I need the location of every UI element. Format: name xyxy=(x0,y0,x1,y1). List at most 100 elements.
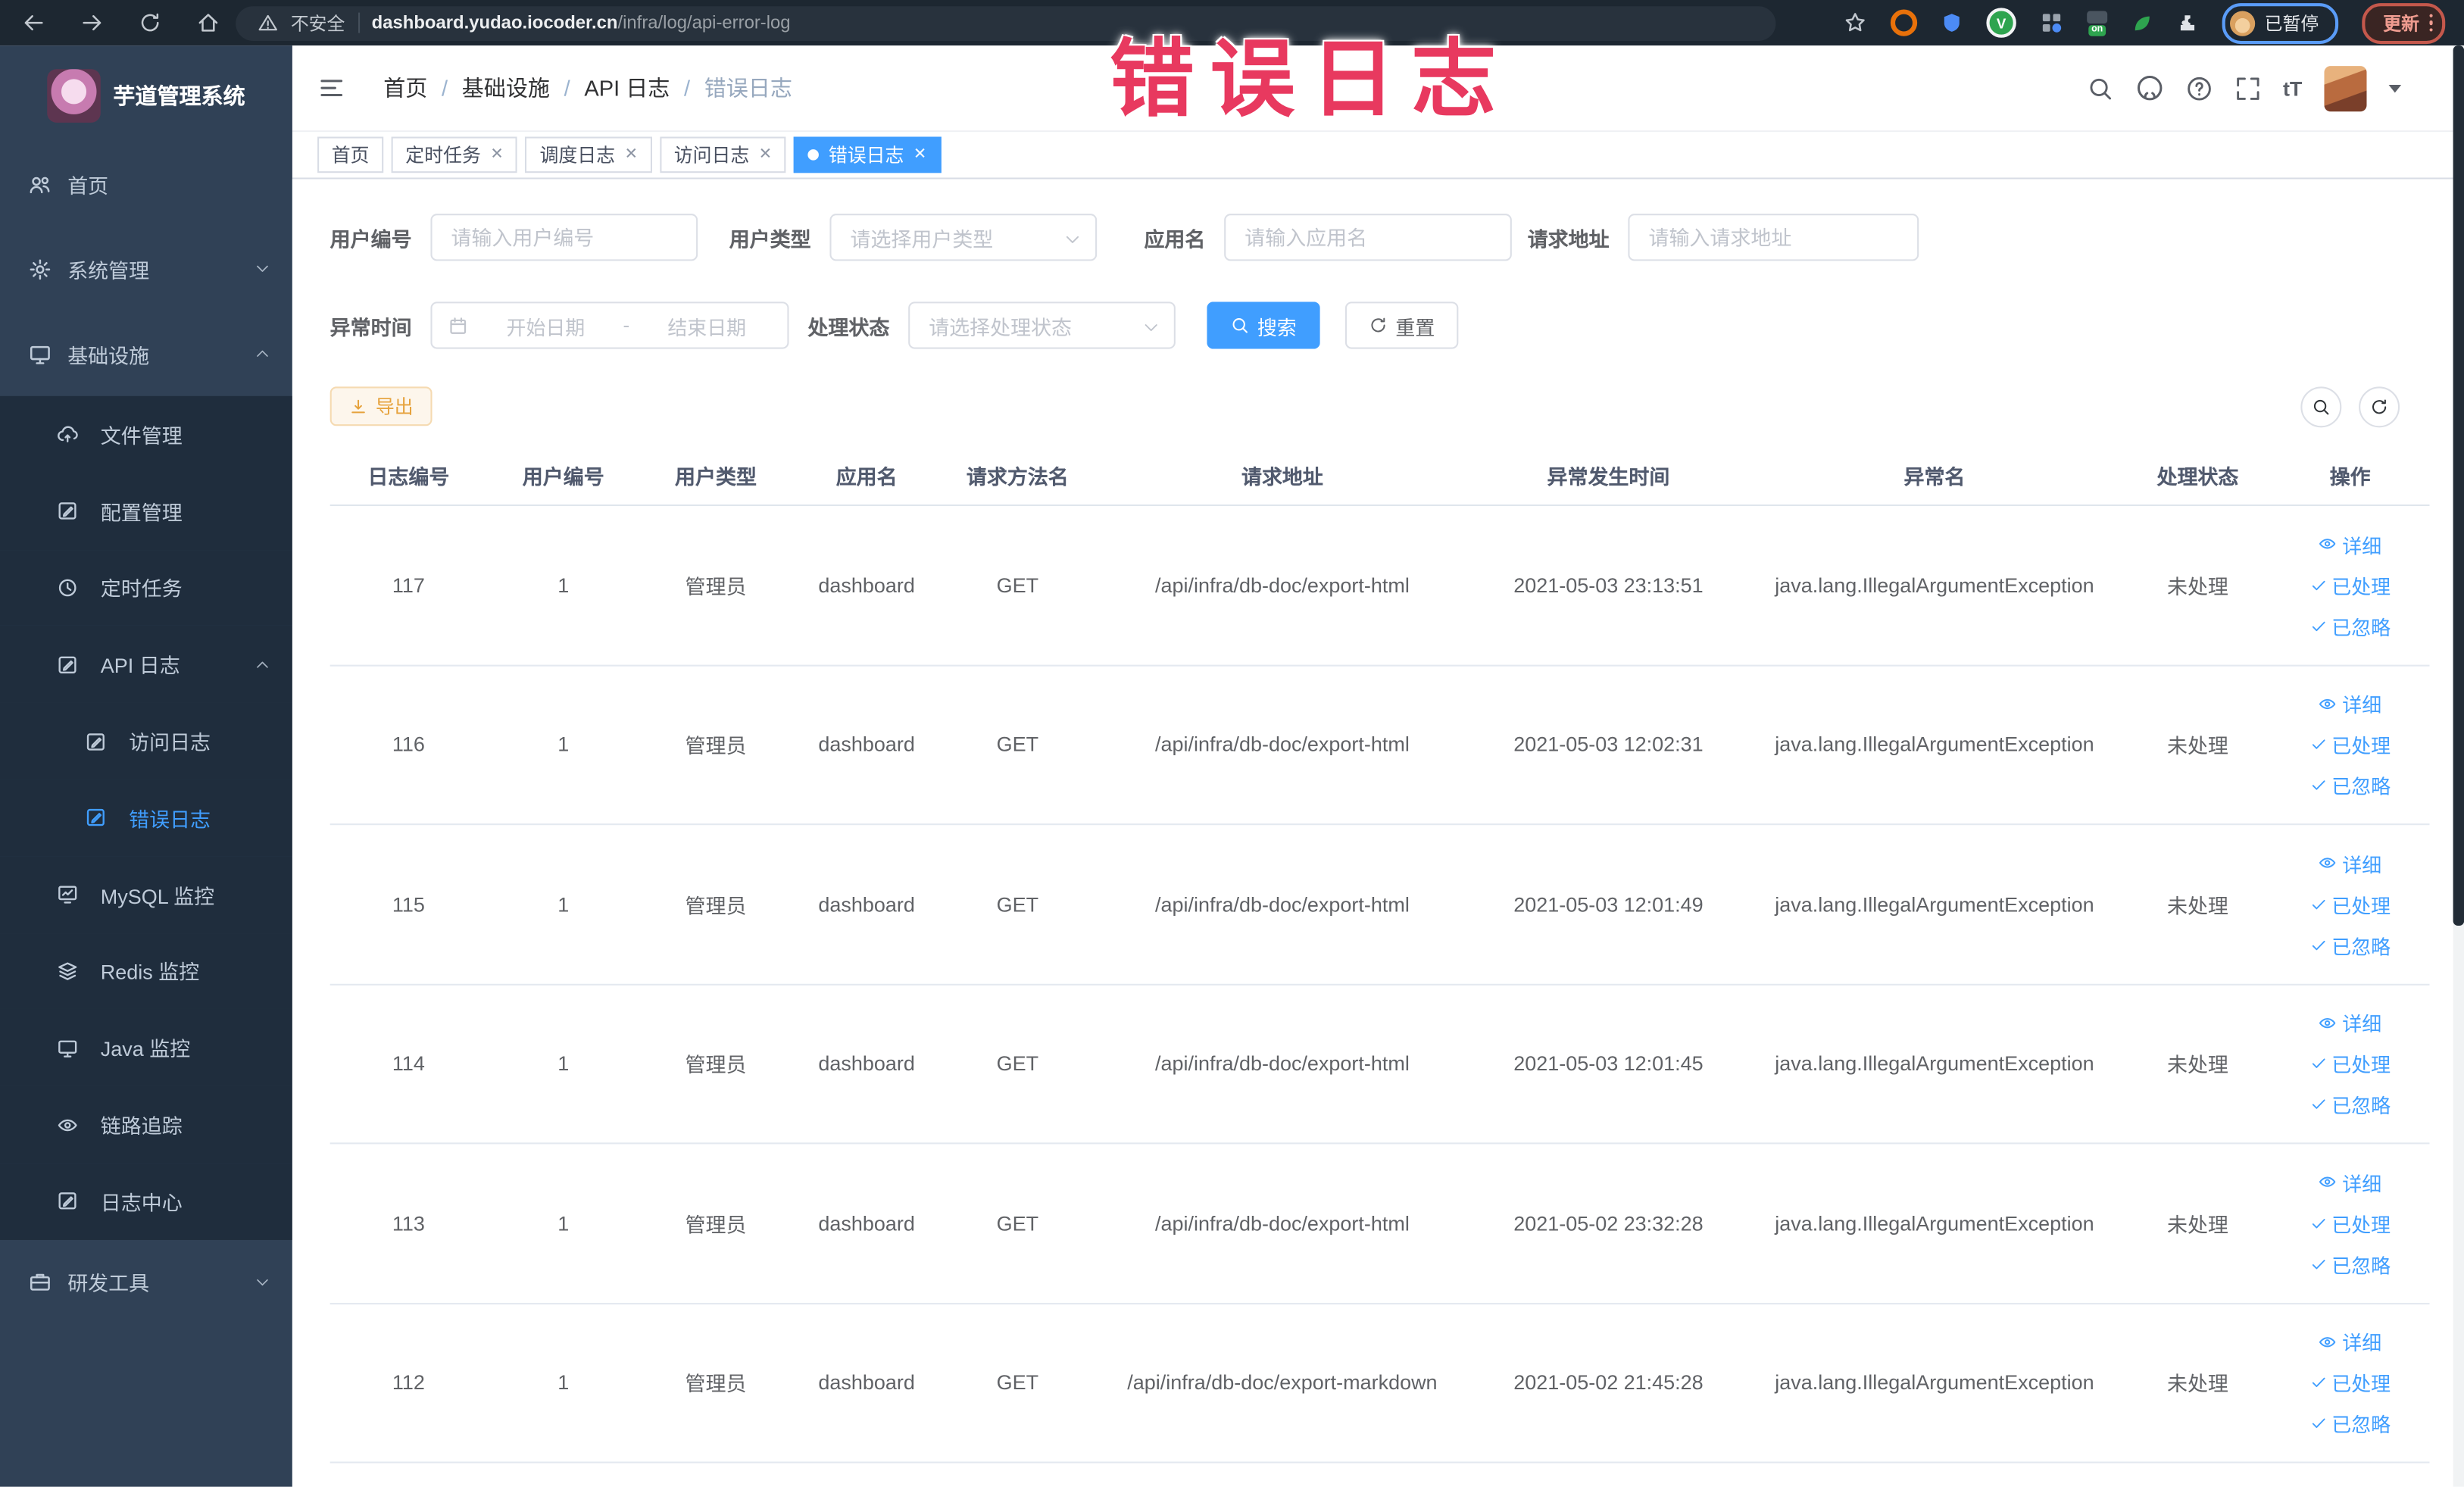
exception-time-range-picker[interactable]: 开始日期 - 结束日期 xyxy=(430,301,789,349)
sidebar-logo[interactable]: 芋道管理系统 xyxy=(0,45,292,132)
breadcrumb-api-log[interactable]: API 日志 xyxy=(584,72,670,103)
mark-processed-link[interactable]: 已处理 xyxy=(2309,1048,2391,1078)
app-name-input[interactable] xyxy=(1224,214,1512,261)
tab-home[interactable]: 首页 xyxy=(317,136,384,173)
mark-processed-link[interactable]: 已处理 xyxy=(2309,1368,2391,1398)
row-actions: 详细 已处理 已忽略 xyxy=(2278,689,2422,800)
detail-link[interactable]: 详细 xyxy=(2319,848,2381,878)
tab-access-log[interactable]: 访问日志 ✕ xyxy=(660,136,786,173)
process-status-select[interactable]: 请选择处理状态 xyxy=(908,301,1176,349)
help-icon[interactable] xyxy=(2185,75,2212,102)
column-header: 用户类型 xyxy=(675,465,757,489)
navbar-tools: tT xyxy=(2087,65,2402,111)
sidebar-item-label: 文件管理 xyxy=(100,423,183,448)
time-cell: 2021-05-03 23:13:51 xyxy=(1513,573,1704,597)
request-url-input[interactable] xyxy=(1628,214,1919,261)
forward-icon[interactable] xyxy=(80,11,104,35)
method-cell: GET xyxy=(996,733,1039,757)
column-header: 操作 xyxy=(2329,465,2371,489)
close-icon[interactable]: ✕ xyxy=(759,146,772,164)
eye-icon xyxy=(2319,1177,2337,1188)
address-bar[interactable]: 不安全 dashboard.yudao.iocoder.cn/infra/log… xyxy=(236,5,1776,40)
close-icon[interactable]: ✕ xyxy=(490,146,503,164)
detail-link[interactable]: 详细 xyxy=(2319,1327,2381,1357)
toggle-search-button[interactable] xyxy=(2300,386,2342,428)
scrollbar[interactable] xyxy=(2453,45,2464,1487)
sidebar-item-api-log[interactable]: API 日志 xyxy=(0,626,292,703)
breadcrumb-infrastructure[interactable]: 基础设施 xyxy=(462,72,550,103)
detail-link[interactable]: 详细 xyxy=(2319,530,2381,559)
extension-leaf-icon[interactable] xyxy=(2131,12,2153,34)
tab-schedule-log[interactable]: 调度日志 ✕ xyxy=(525,136,652,173)
extension-v-icon[interactable]: V xyxy=(1986,8,2016,38)
user-type-select[interactable]: 请选择用户类型 xyxy=(829,214,1098,261)
hamburger-icon[interactable] xyxy=(317,74,345,102)
sidebar-item-dev-tools[interactable]: 研发工具 xyxy=(0,1239,292,1324)
table-row: 114 1 管理员 dashboard GET /api/infra/db-do… xyxy=(329,985,2430,1145)
detail-link[interactable]: 详细 xyxy=(2319,1007,2381,1037)
user-id-input[interactable] xyxy=(430,214,698,261)
sidebar-item-home[interactable]: 首页 xyxy=(0,142,292,226)
home-icon[interactable] xyxy=(196,11,220,35)
chrome-update-button[interactable]: 更新 xyxy=(2361,2,2446,44)
url-cell: /api/infra/db-doc/export-html xyxy=(1155,573,1410,597)
reload-icon[interactable] xyxy=(139,11,162,35)
extension-grid-icon[interactable] xyxy=(2040,11,2063,35)
mark-ignored-link[interactable]: 已忽略 xyxy=(2309,770,2391,800)
tab-scheduled-tasks[interactable]: 定时任务 ✕ xyxy=(391,136,518,173)
detail-link[interactable]: 详细 xyxy=(2319,1167,2381,1197)
mark-ignored-link[interactable]: 已忽略 xyxy=(2309,1089,2391,1119)
mark-processed-link[interactable]: 已处理 xyxy=(2309,1208,2391,1238)
export-button[interactable]: 导出 xyxy=(329,386,433,426)
sidebar-item-trace[interactable]: 链路追踪 xyxy=(0,1086,292,1164)
sidebar-item-config-management[interactable]: 配置管理 xyxy=(0,473,292,550)
sidebar-item-mysql-monitor[interactable]: MySQL 监控 xyxy=(0,856,292,933)
sidebar-item-file-management[interactable]: 文件管理 xyxy=(0,395,292,473)
user-avatar[interactable] xyxy=(2324,65,2367,111)
mark-ignored-link[interactable]: 已忽略 xyxy=(2309,611,2391,641)
search-icon[interactable] xyxy=(2087,75,2113,102)
detail-link[interactable]: 详细 xyxy=(2319,689,2381,718)
refresh-table-button[interactable] xyxy=(2359,386,2400,428)
font-size-icon[interactable]: tT xyxy=(2283,77,2302,100)
browser-menu-icon[interactable] xyxy=(2428,14,2433,33)
method-cell: GET xyxy=(996,573,1039,597)
mark-processed-link[interactable]: 已处理 xyxy=(2309,729,2391,759)
check-icon xyxy=(2312,1419,2325,1429)
scrollbar-thumb[interactable] xyxy=(2453,45,2464,926)
bookmark-star-icon[interactable] xyxy=(1844,11,1867,35)
column-header: 异常名 xyxy=(1903,465,1966,489)
reset-button[interactable]: 重置 xyxy=(1345,301,1459,349)
method-cell: GET xyxy=(996,892,1039,917)
sidebar-item-redis-monitor[interactable]: Redis 监控 xyxy=(0,932,292,1010)
sidebar-item-access-log[interactable]: 访问日志 xyxy=(0,702,292,780)
profile-paused-badge[interactable]: 已暂停 xyxy=(2222,2,2338,44)
extensions-puzzle-icon[interactable] xyxy=(2176,12,2198,34)
github-icon[interactable] xyxy=(2135,74,2163,102)
mark-ignored-link[interactable]: 已忽略 xyxy=(2309,1408,2391,1438)
sidebar-item-scheduled-tasks[interactable]: 定时任务 xyxy=(0,549,292,626)
sidebar-item-java-monitor[interactable]: Java 监控 xyxy=(0,1009,292,1086)
search-button[interactable]: 搜索 xyxy=(1207,301,1320,349)
sidebar-item-log-center[interactable]: 日志中心 xyxy=(0,1163,292,1240)
sidebar-item-system[interactable]: 系统管理 xyxy=(0,226,292,311)
mark-processed-link[interactable]: 已处理 xyxy=(2309,570,2391,600)
fullscreen-icon[interactable] xyxy=(2234,75,2261,102)
check-icon xyxy=(2312,1099,2325,1110)
mark-ignored-link[interactable]: 已忽略 xyxy=(2309,1249,2391,1279)
back-icon[interactable] xyxy=(22,11,45,35)
close-icon[interactable]: ✕ xyxy=(625,146,638,164)
extension-on-badge-icon[interactable]: on xyxy=(2087,10,2108,36)
close-icon[interactable]: ✕ xyxy=(913,146,926,164)
sidebar-item-infrastructure[interactable]: 基础设施 xyxy=(0,311,292,396)
mark-processed-link[interactable]: 已处理 xyxy=(2309,889,2391,919)
avatar-caret-icon[interactable] xyxy=(2388,83,2402,92)
mark-ignored-link[interactable]: 已忽略 xyxy=(2309,930,2391,960)
tab-error-log[interactable]: 错误日志 ✕ xyxy=(794,136,941,173)
monitor-icon xyxy=(58,1040,77,1057)
breadcrumb-home[interactable]: 首页 xyxy=(383,72,427,103)
extension-shield-icon[interactable] xyxy=(1941,11,1963,35)
row-actions: 详细 已处理 已忽略 xyxy=(2278,530,2422,641)
sidebar-item-error-log[interactable]: 错误日志 xyxy=(0,779,292,857)
extension-donut-icon[interactable] xyxy=(1890,9,1918,36)
